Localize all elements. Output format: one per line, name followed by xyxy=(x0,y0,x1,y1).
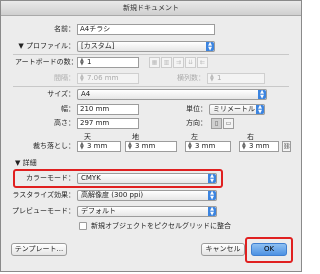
pixel-grid-label: 新規オブジェクトをピクセルグリッドに整合 xyxy=(91,222,231,230)
bleed-label: 裁ち落とし： xyxy=(33,142,75,150)
select-arrows-icon: ▲ ▼ xyxy=(258,90,266,99)
preview-mode-select[interactable]: デフォルト ▲ ▼ xyxy=(77,206,217,217)
stepper-icon[interactable]: ▲ ▼ xyxy=(128,142,132,150)
columns-input[interactable]: ▲ ▼ 1 xyxy=(207,73,265,84)
artboard-count-input[interactable]: ▲ ▼ 1 xyxy=(77,57,139,68)
landscape-orientation-icon[interactable]: ▭ xyxy=(223,118,234,129)
height-label: 高さ： xyxy=(54,119,75,127)
artboard-count-label: アートボードの数： xyxy=(15,58,78,66)
disclosure-triangle-icon[interactable]: ▼ xyxy=(18,42,26,50)
bleed-bottom-input[interactable]: ▲ ▼ 3 mm xyxy=(125,141,177,152)
bleed-left-input[interactable]: ▲ ▼ 3 mm xyxy=(185,141,231,152)
height-input[interactable]: 297 mm xyxy=(77,118,139,129)
color-mode-select[interactable]: CMYK ▲ ▼ xyxy=(77,173,217,184)
size-select[interactable]: A4 ▲ ▼ xyxy=(77,89,267,100)
select-arrows-icon: ▲ ▼ xyxy=(206,42,214,51)
bleed-right-value: 3 mm xyxy=(249,142,270,150)
stepper-icon[interactable]: ▲ ▼ xyxy=(80,74,84,82)
preview-mode-select-value: デフォルト xyxy=(81,207,116,215)
select-arrows-icon: ▲ ▼ xyxy=(208,191,216,200)
preview-mode-label: プレビューモード： xyxy=(12,207,75,215)
divider xyxy=(13,86,289,87)
units-label: 単位： xyxy=(186,105,207,113)
width-label: 幅： xyxy=(61,105,75,113)
spacing-input[interactable]: ▲ ▼ 7.06 mm xyxy=(77,73,139,84)
select-arrows-icon: ▲ ▼ xyxy=(208,174,216,183)
advanced-toggle[interactable]: ▼ 詳細 xyxy=(15,158,37,168)
dialog-title: 新規ドキュメント xyxy=(1,1,301,16)
link-chain-icon[interactable]: ⛓ xyxy=(282,141,291,152)
pixel-grid-checkbox[interactable] xyxy=(79,222,87,230)
select-arrows-icon: ▲ ▼ xyxy=(208,207,216,216)
advanced-label: 詳細 xyxy=(22,159,37,167)
stepper-icon[interactable]: ▲ ▼ xyxy=(80,142,84,150)
size-label: サイズ： xyxy=(47,90,75,98)
bleed-top-value: 3 mm xyxy=(87,142,108,150)
spacing-label: 間隔： xyxy=(54,74,75,82)
width-input[interactable]: 210 mm xyxy=(77,104,139,115)
grid-by-row-icon[interactable]: ▦ xyxy=(149,57,160,68)
stepper-icon[interactable]: ▲ ▼ xyxy=(80,58,84,66)
divider xyxy=(13,54,289,55)
bleed-right-input[interactable]: ▲ ▼ 3 mm xyxy=(239,141,279,152)
color-mode-select-value: CMYK xyxy=(81,174,101,182)
orientation-label: 方向： xyxy=(186,119,207,127)
cancel-button[interactable]: キャンセル xyxy=(201,243,245,256)
stepper-icon[interactable]: ▲ ▼ xyxy=(188,142,192,150)
disclosure-triangle-icon: ▼ xyxy=(15,159,23,167)
grid-by-column-icon[interactable]: ▥ xyxy=(161,57,172,68)
artboard-count-value: 1 xyxy=(87,58,92,66)
columns-label: 横列数： xyxy=(177,74,205,82)
right-to-left-icon[interactable]: ⇇ xyxy=(197,57,208,68)
name-label: 名前： xyxy=(54,25,75,33)
profile-label: ▼ プロファイル： xyxy=(18,42,75,50)
spacing-value: 7.06 mm xyxy=(87,74,119,82)
bleed-top-input[interactable]: ▲ ▼ 3 mm xyxy=(77,141,121,152)
raster-effects-select[interactable]: 高解像度 (300 ppi) ▲ ▼ xyxy=(77,190,217,201)
raster-effects-select-value: 高解像度 (300 ppi) xyxy=(81,191,144,199)
stepper-icon[interactable]: ▲ ▼ xyxy=(242,142,246,150)
units-select[interactable]: ミリメートル ▲ ▼ xyxy=(209,104,265,115)
raster-effects-label: ラスタライズ効果： xyxy=(12,191,75,199)
columns-value: 1 xyxy=(217,74,222,82)
ok-button[interactable]: OK xyxy=(251,243,287,256)
profile-select[interactable]: [カスタム] ▲ ▼ xyxy=(77,41,215,52)
templates-button[interactable]: テンプレート... xyxy=(11,243,67,256)
profile-select-value: [カスタム] xyxy=(81,42,115,50)
stepper-icon[interactable]: ▲ ▼ xyxy=(210,74,214,82)
name-input[interactable]: A4チラシ xyxy=(77,24,215,35)
bleed-left-value: 3 mm xyxy=(195,142,216,150)
select-arrows-icon: ▲ ▼ xyxy=(256,105,264,114)
new-document-dialog: 新規ドキュメント 名前： A4チラシ ▼ プロファイル： [カスタム] ▲ ▼ ア… xyxy=(0,0,302,272)
arrange-by-row-icon[interactable]: ⇉ xyxy=(173,57,184,68)
size-select-value: A4 xyxy=(81,90,91,98)
arrange-by-column-icon[interactable]: ⇊ xyxy=(185,57,196,68)
bleed-bottom-value: 3 mm xyxy=(135,142,156,150)
units-select-value: ミリメートル xyxy=(213,105,255,113)
portrait-orientation-icon[interactable]: ▯ xyxy=(211,118,222,129)
color-mode-label: カラーモード： xyxy=(26,174,75,182)
